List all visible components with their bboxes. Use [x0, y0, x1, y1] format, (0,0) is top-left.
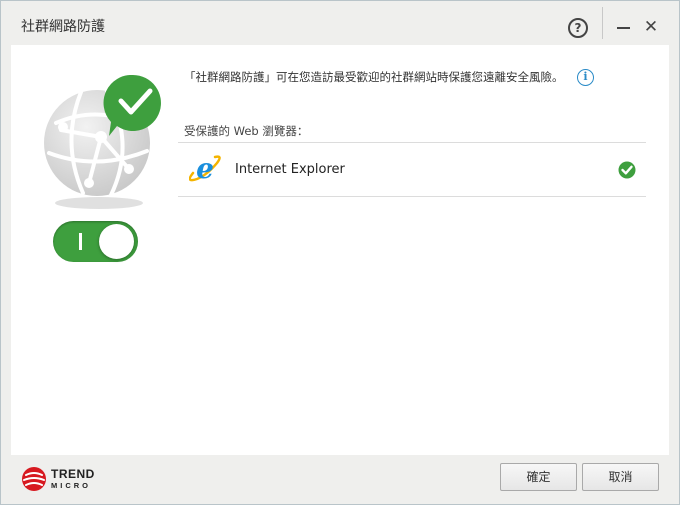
logo-text-micro: MICRO	[51, 481, 91, 490]
social-network-globe-icon	[41, 74, 171, 215]
logo-text-trend: TREND	[51, 467, 95, 481]
browser-name: Internet Explorer	[235, 162, 345, 177]
svg-text:e: e	[196, 153, 214, 185]
ok-button[interactable]: 確定	[500, 463, 577, 491]
toggle-knob	[99, 224, 134, 259]
titlebar-divider	[602, 7, 603, 39]
footer-bar: TREND MICRO 確定 取消	[1, 455, 679, 504]
window-title: 社群網路防護	[21, 19, 105, 35]
main-panel: 「社群網路防護」可在您造訪最受歡迎的社群網站時保護您遠離安全風險。 i 受保護的…	[11, 45, 669, 455]
close-icon: ✕	[643, 17, 659, 37]
browser-list-item: e Internet Explorer	[178, 142, 646, 197]
protected-browsers-label: 受保護的 Web 瀏覽器：	[184, 124, 309, 138]
close-button[interactable]: ✕	[642, 18, 660, 36]
toggle-on-mark	[79, 233, 82, 250]
feature-description: 「社群網路防護」可在您造訪最受歡迎的社群網站時保護您遠離安全風險。	[184, 70, 564, 84]
cancel-button[interactable]: 取消	[582, 463, 659, 491]
minimize-button[interactable]	[616, 19, 632, 35]
trend-micro-logo: TREND MICRO	[21, 465, 101, 493]
title-bar: 社群網路防護 ? ✕	[1, 1, 679, 45]
protected-check-icon	[618, 161, 636, 179]
help-button[interactable]: ?	[568, 18, 588, 38]
trend-micro-logo-icon	[22, 467, 46, 491]
help-icon: ?	[574, 21, 582, 35]
protection-toggle[interactable]	[53, 221, 138, 262]
internet-explorer-icon: e	[189, 153, 221, 185]
info-icon[interactable]: i	[577, 69, 594, 86]
dialog-window: 社群網路防護 ? ✕ 「社群網路防護」可在您造訪最受歡迎的社群網站時保護您遠離安…	[0, 0, 680, 505]
